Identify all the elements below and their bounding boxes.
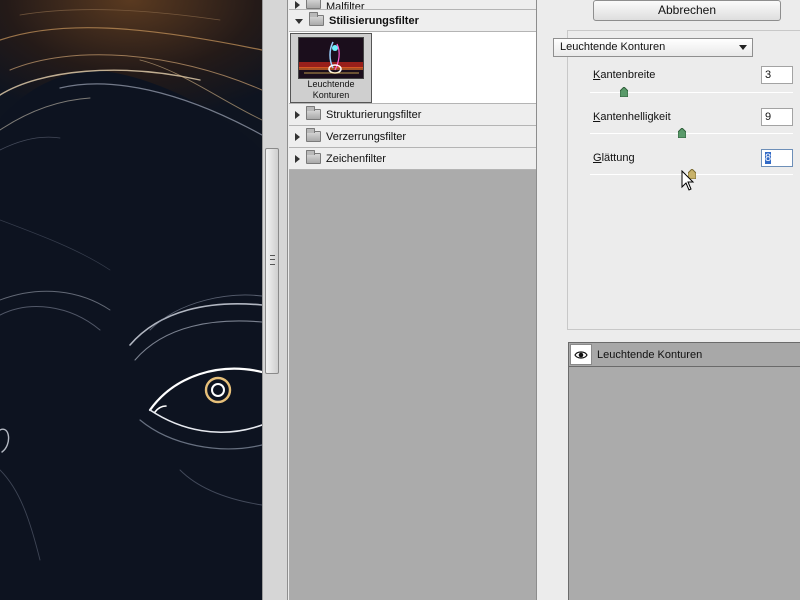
visibility-toggle[interactable] xyxy=(570,344,592,365)
filter-thumbnail-image xyxy=(298,37,364,79)
folder-icon xyxy=(306,0,321,9)
expand-arrow-icon[interactable] xyxy=(295,132,300,141)
glaettung-input-value: 8 xyxy=(765,152,772,164)
category-label: Stilisierungsfilter xyxy=(329,14,419,27)
category-zeichenfilter[interactable]: Zeichenfilter xyxy=(289,148,536,170)
filter-thumbnail-label: Leuchtende Konturen xyxy=(307,79,355,100)
param-label-kantenhelligkeit: Kantenhelligkeit xyxy=(593,111,671,123)
filter-preview-image[interactable] xyxy=(0,0,262,600)
grip-icon xyxy=(270,255,275,265)
folder-icon xyxy=(306,106,321,120)
effect-layers-panel: Leuchtende Konturen xyxy=(568,342,800,600)
expand-arrow-icon[interactable] xyxy=(295,154,300,163)
kantenbreite-input[interactable]: 3 xyxy=(761,66,793,84)
collapse-arrow-icon[interactable] xyxy=(295,19,303,24)
dropdown-arrow-icon xyxy=(739,45,747,50)
eye-icon xyxy=(574,350,588,359)
category-stilisierungsfilter[interactable]: Stilisierungsfilter xyxy=(289,10,536,32)
effect-layer-row[interactable]: Leuchtende Konturen xyxy=(569,343,800,367)
folder-icon xyxy=(306,128,321,142)
expand-arrow-icon[interactable] xyxy=(295,110,300,119)
category-strukturierungsfilter[interactable]: Strukturierungsfilter xyxy=(289,104,536,126)
kantenhelligkeit-input[interactable]: 9 xyxy=(761,108,793,126)
category-label: Strukturierungsfilter xyxy=(326,108,422,121)
category-verzerrungsfilter[interactable]: Verzerrungsfilter xyxy=(289,126,536,148)
category-label: Malfilter xyxy=(326,1,365,10)
kantenhelligkeit-slider-track[interactable] xyxy=(590,133,793,134)
filter-thumbnails: Leuchtende Konturen xyxy=(289,32,536,104)
category-label: Zeichenfilter xyxy=(326,152,386,165)
param-label-glaettung: Glättung xyxy=(593,152,635,164)
expand-arrow-icon[interactable] xyxy=(295,1,300,9)
param-label-kantenbreite: Kantenbreite xyxy=(593,69,656,81)
glowing-edges-face-artwork xyxy=(0,0,262,600)
kantenhelligkeit-slider-thumb[interactable] xyxy=(677,128,686,138)
folder-icon xyxy=(306,150,321,164)
preview-splitter[interactable] xyxy=(262,0,288,600)
category-label: Verzerrungsfilter xyxy=(326,130,407,143)
effect-layer-name: Leuchtende Konturen xyxy=(597,349,703,361)
filter-gallery: Malfilter Stilisierungsfilter Leuchtende… xyxy=(289,0,537,600)
mouse-pointer-icon xyxy=(681,170,695,191)
filter-select-value: Leuchtende Konturen xyxy=(560,41,666,53)
glaettung-input[interactable]: 8 xyxy=(761,149,793,167)
category-malfilter[interactable]: Malfilter xyxy=(289,0,536,10)
kantenbreite-slider-thumb[interactable] xyxy=(620,87,628,97)
filter-thumbnail-leuchtende-konturen[interactable]: Leuchtende Konturen xyxy=(290,33,372,103)
filter-select-dropdown[interactable]: Leuchtende Konturen xyxy=(553,38,753,57)
cancel-button[interactable]: Abbrechen xyxy=(593,0,781,21)
folder-icon xyxy=(309,12,324,26)
splitter-handle[interactable] xyxy=(265,148,279,374)
